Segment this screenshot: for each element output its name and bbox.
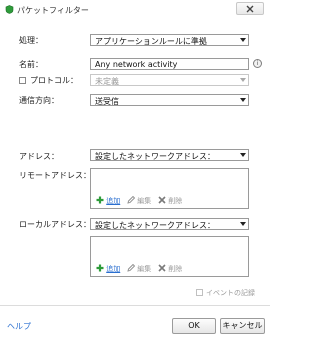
direction-select-value: 送受信 [95, 97, 119, 106]
remote-add-label: 追加 [106, 197, 121, 205]
close-icon [246, 5, 254, 13]
app-icon [5, 5, 14, 14]
local-delete-label: 削除 [168, 265, 183, 273]
footer-divider [0, 305, 270, 306]
plus-icon [96, 264, 104, 272]
remote-address-toolbar: 追加 編集 削除 [96, 195, 246, 206]
name-input[interactable]: Any network activity [90, 58, 249, 70]
event-log-checkbox[interactable] [196, 289, 203, 296]
chevron-down-icon [240, 38, 246, 42]
chevron-down-icon [240, 98, 246, 102]
delete-icon [158, 196, 166, 204]
protocol-checkbox[interactable] [19, 77, 26, 84]
local-edit-button[interactable]: 編集 [127, 263, 152, 274]
chevron-down-icon [240, 222, 246, 226]
cancel-button[interactable]: キャンセル [220, 318, 265, 334]
local-add-button[interactable]: 追加 [96, 264, 120, 274]
delete-icon [158, 264, 166, 272]
address-select[interactable]: 設定したネットワークアドレス： [90, 149, 249, 161]
chevron-down-icon [240, 78, 246, 82]
remote-delete-label: 削除 [168, 197, 183, 205]
action-select-value: アプリケーションルールに準拠 [95, 37, 207, 46]
title-bar: パケットフィルター [0, 0, 270, 20]
ok-button[interactable]: OK [172, 318, 216, 334]
remote-add-button[interactable]: 追加 [96, 196, 120, 206]
window-close-button[interactable] [236, 2, 264, 15]
local-address-select-value: 設定したネットワークアドレス： [95, 221, 215, 230]
protocol-select-value: 未定義 [95, 77, 119, 86]
local-delete-button[interactable]: 削除 [158, 264, 182, 274]
name-input-value: Any network activity [95, 60, 178, 69]
protocol-select[interactable]: 未定義 [90, 74, 249, 86]
local-add-label: 追加 [106, 265, 121, 273]
address-select-value: 設定したネットワークアドレス： [95, 152, 215, 161]
pencil-icon [127, 263, 136, 272]
address-label: アドレス： [19, 152, 59, 161]
name-label: 名前： [19, 60, 43, 69]
direction-select[interactable]: 送受信 [90, 94, 249, 106]
action-label: 処理： [19, 36, 43, 45]
local-address-toolbar: 追加 編集 削除 [96, 263, 246, 274]
remote-delete-button[interactable]: 削除 [158, 196, 182, 206]
chevron-down-icon [240, 153, 246, 157]
action-select[interactable]: アプリケーションルールに準拠 [90, 34, 249, 46]
local-address-select[interactable]: 設定したネットワークアドレス： [90, 218, 249, 230]
pencil-icon [127, 195, 136, 204]
info-icon[interactable]: i [253, 59, 262, 68]
local-edit-label: 編集 [137, 265, 152, 273]
event-log-label: イベントの記録 [206, 289, 255, 297]
remote-edit-label: 編集 [137, 197, 152, 205]
remote-edit-button[interactable]: 編集 [127, 195, 152, 206]
direction-label: 通信方向： [19, 96, 59, 105]
protocol-label: プロトコル： [30, 76, 78, 85]
help-link[interactable]: ヘルプ [7, 321, 31, 332]
plus-icon [96, 196, 104, 204]
local-address-label: ローカルアドレス： [19, 220, 91, 229]
remote-address-label: リモートアドレス： [19, 171, 91, 180]
window-title: パケットフィルター [17, 6, 89, 15]
